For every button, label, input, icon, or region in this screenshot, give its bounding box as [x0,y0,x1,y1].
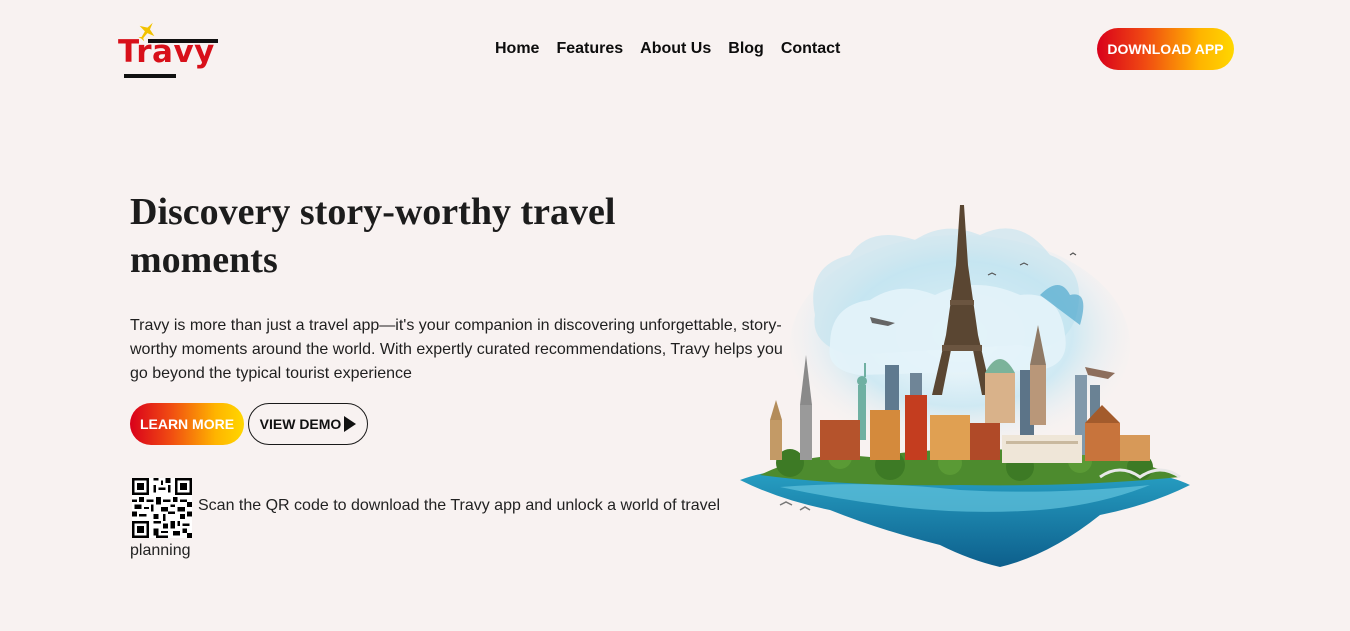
qr-code-icon [132,478,192,538]
download-app-button[interactable]: DOWNLOAD APP [1097,28,1234,70]
logo-bar-bottom [124,74,176,78]
qr-instructions-continued: planning [130,542,191,559]
nav-contact[interactable]: Contact [781,38,841,60]
nav-blog[interactable]: Blog [728,38,764,60]
nav-home[interactable]: Home [495,38,539,60]
main-nav: Home Features About Us Blog Contact [495,38,840,60]
travy-logo[interactable]: Travy [116,20,220,80]
hero-description: Travy is more than just a travel app—it'… [130,317,783,382]
site-header: Travy Home Features About Us Blog Contac… [0,0,1350,100]
nav-about-us[interactable]: About Us [640,38,711,60]
hero-title: Discovery story-worthy travel moments [130,191,616,281]
learn-more-button[interactable]: LEARN MORE [130,403,244,445]
play-icon [344,416,357,432]
qr-instructions: Scan the QR code to download the Travy a… [198,497,721,514]
view-demo-label: VIEW DEMO [259,416,342,432]
travel-landmarks-illustration [740,205,1190,567]
logo-text: Travy [118,34,215,70]
nav-features[interactable]: Features [556,38,623,60]
view-demo-button[interactable]: VIEW DEMO [248,403,368,445]
